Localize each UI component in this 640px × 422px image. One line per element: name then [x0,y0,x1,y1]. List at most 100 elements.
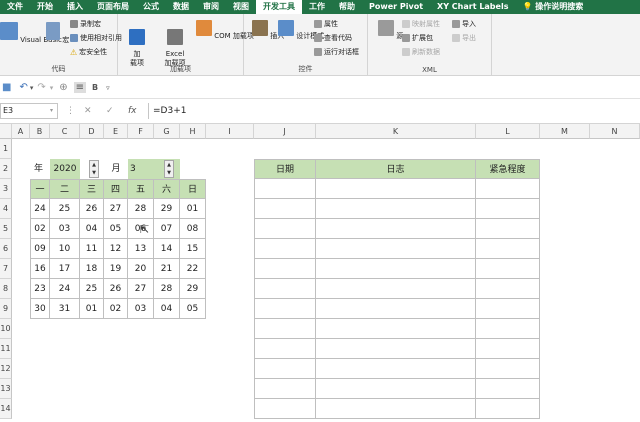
log-table-cell[interactable] [476,299,540,319]
calendar-day[interactable]: 11 [80,239,104,259]
column-header-F[interactable]: F [128,124,154,139]
visual-basic-button[interactable]: Visual Basic [0,22,62,44]
calendar-day[interactable]: 10 [50,239,80,259]
column-header-I[interactable]: I [206,124,254,139]
column-header-A[interactable]: A [12,124,30,139]
excel-addins-button[interactable]: Excel 加载项 [156,20,194,68]
log-table-cell[interactable] [316,219,476,239]
spin-down-icon[interactable]: ▼ [165,169,173,177]
log-table-cell[interactable] [254,219,316,239]
name-box-dropdown-icon[interactable]: ▾ [50,103,53,119]
expansion-packs-button[interactable]: 扩展包 [402,33,433,43]
xml-source-button[interactable]: 源 [378,20,403,41]
spin-up-icon[interactable]: ▲ [165,161,173,169]
log-table-cell[interactable] [316,359,476,379]
column-header-C[interactable]: C [50,124,80,139]
calendar-day[interactable]: 08 [180,219,206,239]
macros-button[interactable]: 宏 [46,22,69,45]
redo-icon[interactable]: ↷ [37,82,45,93]
calendar-day[interactable]: 25 [50,199,80,219]
calendar-day[interactable]: 16 [30,259,50,279]
calendar-day[interactable]: 25 [80,279,104,299]
refresh-data-button[interactable]: 刷新数据 [402,47,440,57]
log-table-cell[interactable] [316,319,476,339]
design-mode-button[interactable]: 设计模式 [278,20,324,41]
calendar-day[interactable]: 19 [104,259,128,279]
select-all-corner[interactable] [0,124,12,139]
row-header-4[interactable]: 4 [0,199,12,219]
calendar-day[interactable]: 04 [154,299,180,319]
log-table-cell[interactable] [316,259,476,279]
weekday-header[interactable]: 一 [30,179,50,199]
view-code-button[interactable]: 查看代码 [314,33,352,43]
calendar-day[interactable]: 31 [50,299,80,319]
weekday-header[interactable]: 三 [80,179,104,199]
calendar-day[interactable]: 14 [154,239,180,259]
bold-icon[interactable]: B [92,83,98,92]
log-table-cell[interactable] [316,279,476,299]
log-table-cell[interactable] [254,199,316,219]
calendar-day[interactable]: 30 [30,299,50,319]
calendar-day[interactable]: 27 [104,199,128,219]
year-label[interactable]: 年 [30,159,50,179]
column-header-J[interactable]: J [254,124,316,139]
row-header-5[interactable]: 5 [0,219,12,239]
calendar-day[interactable]: 28 [128,199,154,219]
log-table-cell[interactable] [254,299,316,319]
log-table-cell[interactable] [254,339,316,359]
log-table-cell[interactable] [254,359,316,379]
log-table-cell[interactable] [316,339,476,359]
enter-icon[interactable]: ✓ [106,103,114,119]
calendar-day[interactable]: 01 [180,199,206,219]
log-table-cell[interactable] [476,239,540,259]
calendar-day[interactable]: 13 [128,239,154,259]
row-header-1[interactable]: 1 [0,139,12,159]
weekday-header[interactable]: 二 [50,179,80,199]
year-value[interactable]: 2020 [50,159,80,179]
log-table-cell[interactable] [316,299,476,319]
calendar-day[interactable]: 18 [80,259,104,279]
log-table-cell[interactable] [316,179,476,199]
com-addins-button[interactable]: COM 加载项 [196,20,254,41]
calendar-day[interactable]: 02 [30,219,50,239]
tab-8[interactable]: 开发工具 [256,0,302,14]
calendar-day[interactable]: 24 [50,279,80,299]
calendar-day[interactable]: 07 [154,219,180,239]
undo-dropdown-icon[interactable]: ▾ [30,84,34,92]
row-header-7[interactable]: 7 [0,259,12,279]
calendar-day[interactable]: 23 [30,279,50,299]
spin-up-icon[interactable]: ▲ [90,161,98,169]
log-table-cell[interactable] [254,399,316,419]
log-table-cell[interactable] [476,259,540,279]
addins-button[interactable]: 加 载项 [124,20,150,68]
calendar-day[interactable]: 26 [104,279,128,299]
macro-security-button[interactable]: ⚠ 宏安全性 [70,47,107,57]
calendar-day[interactable]: 05 [180,299,206,319]
properties-button[interactable]: 属性 [314,19,338,29]
weekday-header[interactable]: 日 [180,179,206,199]
column-header-B[interactable]: B [30,124,50,139]
calendar-day[interactable]: 09 [30,239,50,259]
align-icon[interactable]: ≡ [73,82,87,93]
row-header-2[interactable]: 2 [0,159,12,179]
tab-3[interactable]: 页面布局 [90,0,136,14]
column-header-L[interactable]: L [476,124,540,139]
month-value[interactable]: 3 [128,159,154,179]
calendar-day[interactable]: 28 [154,279,180,299]
log-table-cell[interactable] [476,279,540,299]
column-header-D[interactable]: D [80,124,104,139]
calendar-day[interactable]: 04 [80,219,104,239]
calendar-day[interactable]: 15 [180,239,206,259]
tab-2[interactable]: 插入 [60,0,90,14]
column-header-E[interactable]: E [104,124,128,139]
customize-qat-icon[interactable]: ▿ [106,84,110,92]
log-table-cell[interactable] [254,259,316,279]
row-header-11[interactable]: 11 [0,339,12,359]
log-table-header[interactable]: 日志 [316,159,476,179]
calendar-day[interactable]: 21 [154,259,180,279]
formula-input[interactable]: =D3+1 [148,103,640,119]
log-table-cell[interactable] [254,179,316,199]
run-dialog-button[interactable]: 运行对话框 [314,47,359,57]
tab-13[interactable]: 💡 操作说明搜索 [515,0,590,14]
relative-reference-button[interactable]: 使用相对引用 [70,33,122,43]
